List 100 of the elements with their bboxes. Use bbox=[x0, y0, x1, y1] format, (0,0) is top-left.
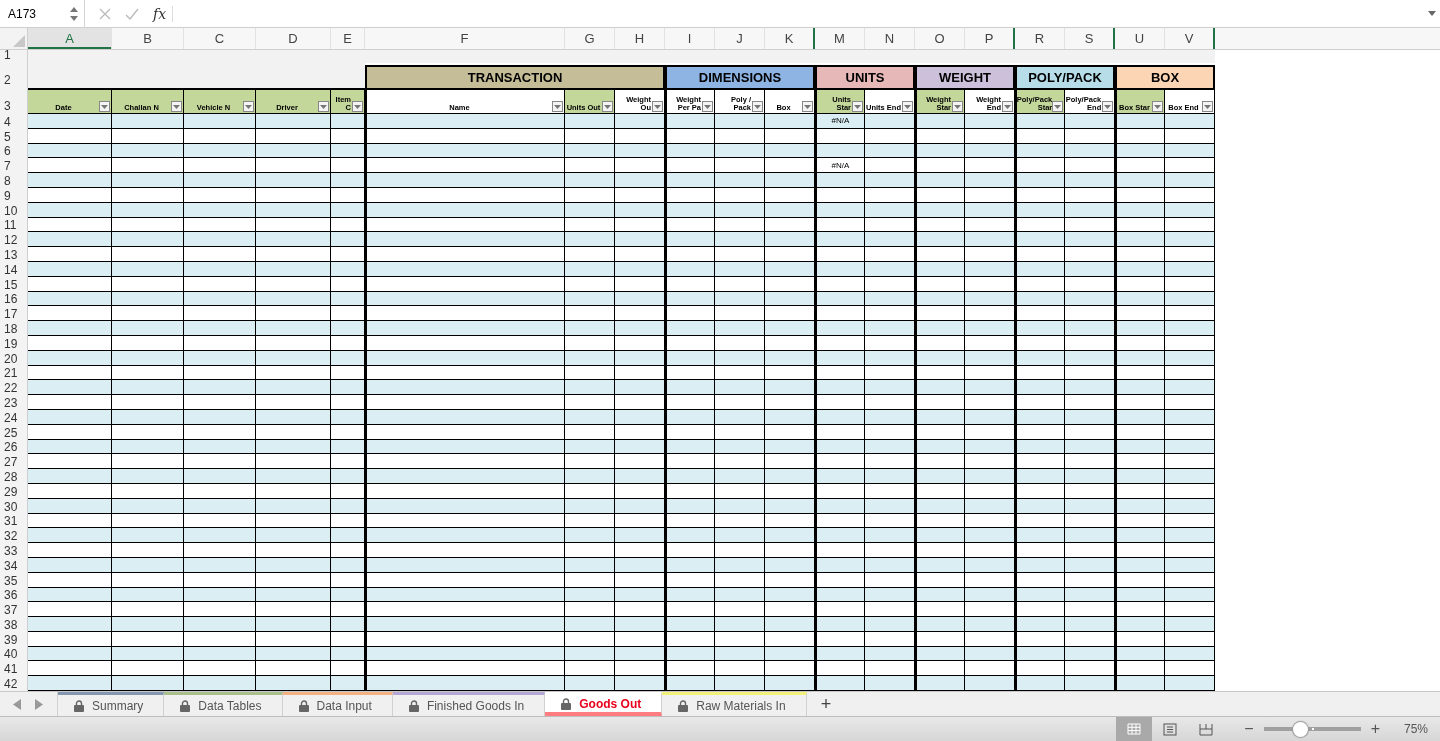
filter-button[interactable] bbox=[171, 101, 182, 112]
row-number[interactable]: 1 bbox=[0, 50, 28, 63]
filter-button[interactable] bbox=[602, 101, 613, 112]
caret-icon bbox=[604, 104, 611, 109]
column-header[interactable]: D bbox=[256, 28, 331, 49]
insert-function-button[interactable]: fx bbox=[153, 5, 174, 22]
section-header: TRANSACTION bbox=[365, 65, 665, 88]
column-header[interactable]: R bbox=[1015, 28, 1065, 49]
view-button[interactable] bbox=[1116, 717, 1153, 741]
lock-icon bbox=[678, 699, 689, 712]
column-header[interactable]: G bbox=[565, 28, 615, 49]
row-number[interactable]: 27 bbox=[0, 454, 28, 470]
scroll-left-icon[interactable] bbox=[13, 698, 21, 710]
filter-button[interactable] bbox=[1152, 101, 1163, 112]
filter-button[interactable] bbox=[1102, 101, 1113, 112]
filter-button[interactable] bbox=[1002, 101, 1013, 112]
row-number[interactable]: 17 bbox=[0, 306, 28, 322]
caret-icon[interactable] bbox=[1428, 11, 1436, 16]
filter-button[interactable] bbox=[352, 101, 363, 112]
zoom-in-button[interactable]: + bbox=[1364, 720, 1386, 738]
row-number[interactable]: 42 bbox=[0, 676, 28, 691]
row-number[interactable]: 32 bbox=[0, 528, 28, 544]
row-number[interactable]: 3 bbox=[0, 88, 28, 114]
column-header[interactable]: E bbox=[331, 28, 365, 49]
column-header[interactable]: A bbox=[28, 28, 112, 49]
column-header[interactable]: N bbox=[865, 28, 915, 49]
row-number[interactable]: 22 bbox=[0, 380, 28, 396]
row-number[interactable]: 18 bbox=[0, 321, 28, 336]
caret-icon bbox=[245, 104, 252, 109]
column-header[interactable]: I bbox=[665, 28, 715, 49]
checkmark-icon[interactable] bbox=[125, 7, 139, 20]
row-number[interactable]: 41 bbox=[0, 661, 28, 677]
lock-icon bbox=[74, 699, 84, 712]
row-number[interactable]: 2 bbox=[0, 63, 28, 88]
filter-button[interactable] bbox=[552, 101, 563, 112]
lock-icon bbox=[561, 697, 572, 710]
row-number[interactable]: 23 bbox=[0, 395, 28, 410]
lock-icon bbox=[298, 699, 309, 712]
column-header[interactable]: J bbox=[715, 28, 765, 49]
column-header[interactable]: U bbox=[1115, 28, 1165, 49]
slider-thumb[interactable] bbox=[1292, 721, 1308, 737]
caret-icon bbox=[904, 104, 911, 109]
section-header: BOX bbox=[1115, 65, 1215, 88]
filter-button[interactable] bbox=[702, 101, 713, 112]
page-break-icon bbox=[1199, 722, 1214, 736]
filter-button[interactable] bbox=[1052, 101, 1063, 112]
filter-button[interactable] bbox=[652, 101, 663, 112]
row-number[interactable]: 4 bbox=[0, 114, 28, 129]
cell-value: #N/A bbox=[831, 116, 850, 126]
filter-button[interactable] bbox=[802, 101, 813, 112]
zoom-out-button[interactable]: − bbox=[1238, 720, 1260, 738]
add-sheet-button[interactable]: + bbox=[806, 692, 844, 716]
section-header: DIMENSIONS bbox=[665, 65, 815, 88]
column-header[interactable]: B bbox=[112, 28, 184, 49]
column-header[interactable]: H bbox=[615, 28, 665, 49]
page-icon bbox=[1163, 722, 1178, 736]
filter-button[interactable] bbox=[243, 101, 254, 112]
caret-icon bbox=[954, 104, 961, 109]
caret-icon bbox=[173, 104, 180, 109]
caret-icon bbox=[1004, 104, 1011, 109]
spinner-icon[interactable] bbox=[70, 6, 78, 21]
filter-button[interactable] bbox=[902, 101, 913, 112]
cell-reference: A173 bbox=[8, 6, 37, 21]
row-number[interactable]: 28 bbox=[0, 469, 28, 484]
section-header: POLY/PACK bbox=[1015, 65, 1115, 88]
caret-icon bbox=[354, 104, 361, 109]
row-number[interactable]: 37 bbox=[0, 602, 28, 618]
filter-button[interactable] bbox=[952, 101, 963, 112]
column-header[interactable]: O bbox=[915, 28, 965, 49]
section-header: WEIGHT bbox=[915, 65, 1015, 88]
zoom-level: 75% bbox=[1403, 722, 1428, 736]
sheet-tab[interactable]: Goods Out bbox=[545, 692, 663, 716]
cell-value: #N/A bbox=[831, 160, 850, 170]
row-number[interactable]: 7 bbox=[0, 158, 28, 174]
caret-icon bbox=[101, 104, 108, 109]
filter-button[interactable] bbox=[852, 101, 863, 112]
lock-icon bbox=[180, 699, 191, 712]
caret-icon bbox=[1154, 104, 1161, 109]
row-number[interactable]: 8 bbox=[0, 173, 28, 188]
column-header[interactable]: F bbox=[365, 28, 565, 49]
caret-icon bbox=[854, 104, 861, 109]
caret-icon bbox=[554, 104, 561, 109]
column-header[interactable]: M bbox=[815, 28, 865, 49]
row-number[interactable]: 38 bbox=[0, 617, 28, 632]
filter-button[interactable] bbox=[1202, 101, 1213, 112]
section-header: UNITS bbox=[815, 65, 915, 88]
row-number[interactable]: 13 bbox=[0, 247, 28, 262]
scroll-right-icon[interactable] bbox=[35, 698, 43, 710]
row-number[interactable]: 12 bbox=[0, 232, 28, 248]
row-number[interactable]: 33 bbox=[0, 543, 28, 558]
filter-button[interactable] bbox=[318, 101, 329, 112]
filter-button[interactable] bbox=[99, 101, 110, 112]
caret-icon bbox=[704, 104, 711, 109]
column-header[interactable]: C bbox=[184, 28, 256, 49]
caret-icon bbox=[320, 104, 327, 109]
caret-icon bbox=[1054, 104, 1061, 109]
caret-icon bbox=[754, 104, 761, 109]
filter-button[interactable] bbox=[752, 101, 763, 112]
caret-icon bbox=[1204, 104, 1211, 109]
name-box[interactable]: A173 bbox=[0, 0, 85, 27]
